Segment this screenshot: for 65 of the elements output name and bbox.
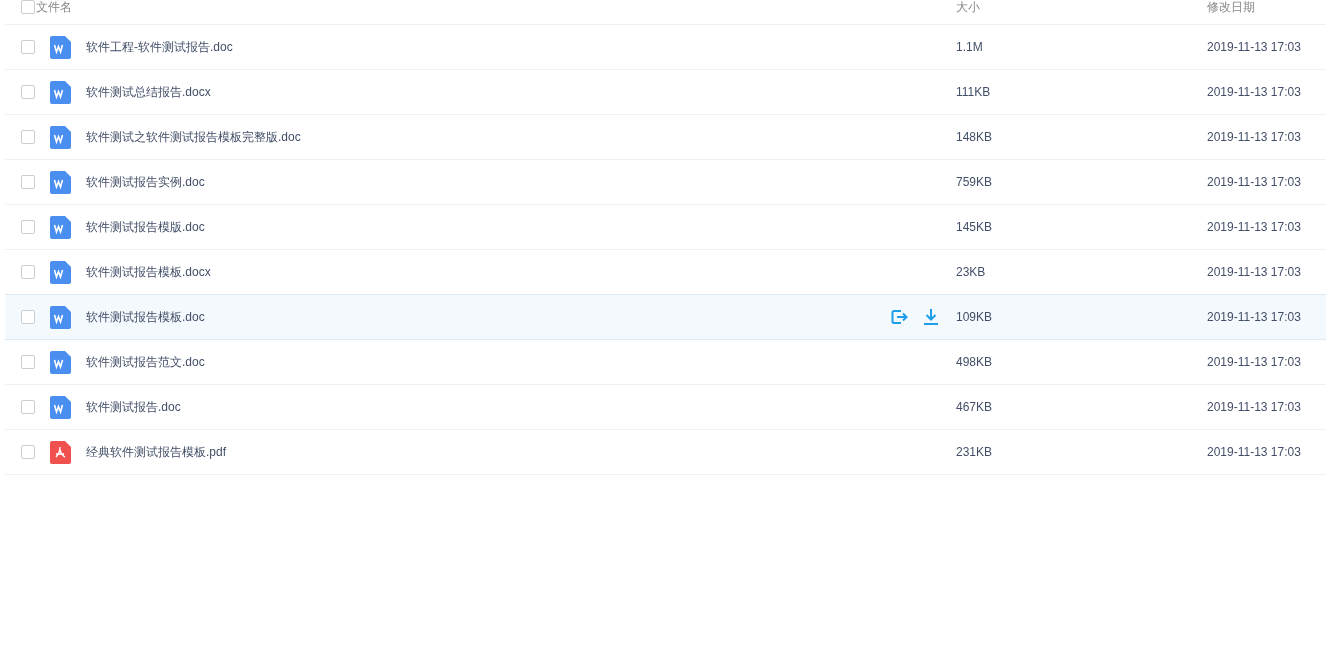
modified-date: 2019-11-13 17:03 (1207, 130, 1302, 144)
column-header[interactable]: 大小 (956, 0, 1207, 14)
file-row[interactable]: 软件测试报告模板.doc 109KB 2019-11-13 17:03 (5, 294, 1326, 340)
file-row[interactable]: 经典软件测试报告模板.pdf 231KB 2019-11-13 17:03 (5, 430, 1326, 475)
file-name[interactable]: 经典软件测试报告模板.pdf (86, 443, 890, 461)
file-name[interactable]: 软件测试报告范文.doc (86, 353, 890, 371)
file-size: 111KB (956, 85, 992, 99)
checkbox[interactable] (21, 175, 35, 189)
file-name[interactable]: 软件测试报告.doc (86, 398, 890, 416)
file-size: 109KB (956, 310, 994, 324)
file-name[interactable]: 软件测试报告模板.doc (86, 308, 890, 326)
checkbox[interactable] (21, 310, 35, 324)
file-name[interactable]: 软件测试报告模版.doc (86, 218, 890, 236)
file-size: 231KB (956, 445, 994, 459)
column-header[interactable]: 修改日期 (1207, 0, 1326, 14)
file-size: 148KB (956, 130, 994, 144)
file-row[interactable]: 软件测试之软件测试报告模板完整版.doc 148KB 2019-11-13 17:03 (5, 115, 1326, 160)
word-document-icon (50, 350, 71, 374)
file-size: 145KB (956, 220, 994, 234)
file-name[interactable]: 软件测试总结报告.docx (86, 83, 890, 101)
file-row[interactable]: 软件测试报告实例.doc 759KB 2019-11-13 17:03 (5, 160, 1326, 205)
modified-date: 2019-11-13 17:03 (1207, 40, 1302, 54)
file-size: 498KB (956, 355, 994, 369)
word-document-icon (50, 395, 71, 419)
word-document-icon (50, 215, 71, 239)
file-row[interactable]: 软件测试报告模版.doc 145KB 2019-11-13 17:03 (5, 205, 1326, 250)
file-size: 759KB (956, 175, 994, 189)
file-row[interactable]: 软件测试报告范文.doc 498KB 2019-11-13 17:03 (5, 340, 1326, 385)
checkbox[interactable] (21, 445, 35, 459)
file-size: 467KB (956, 400, 994, 414)
checkbox[interactable] (21, 265, 35, 279)
word-document-icon (50, 35, 71, 59)
file-name[interactable]: 软件工程-软件测试报告.doc (86, 38, 890, 56)
file-name[interactable]: 软件测试报告实例.doc (86, 173, 890, 191)
share-icon[interactable] (890, 308, 908, 326)
modified-date: 2019-11-13 17:03 (1207, 265, 1302, 279)
checkbox[interactable] (21, 400, 35, 414)
file-name[interactable]: 软件测试之软件测试报告模板完整版.doc (86, 128, 890, 146)
modified-date: 2019-11-13 17:03 (1207, 220, 1302, 234)
pdf-document-icon (50, 440, 71, 464)
download-icon[interactable] (922, 308, 940, 326)
modified-date: 2019-11-13 17:03 (1207, 400, 1302, 414)
modified-date: 2019-11-13 17:03 (1207, 355, 1302, 369)
word-document-icon (50, 80, 71, 104)
modified-date: 2019-11-13 17:03 (1207, 310, 1302, 324)
word-document-icon (50, 125, 71, 149)
modified-date: 2019-11-13 17:03 (1207, 175, 1302, 189)
modified-date: 2019-11-13 17:03 (1207, 85, 1302, 99)
checkbox[interactable] (21, 355, 35, 369)
file-row[interactable]: 软件工程-软件测试报告.doc 1.1M 2019-11-13 17:03 (5, 25, 1326, 70)
checkbox[interactable] (21, 130, 35, 144)
word-document-icon (50, 170, 71, 194)
word-document-icon (50, 305, 71, 329)
column-header[interactable]: 文件名 (36, 0, 956, 14)
file-row[interactable]: 软件测试总结报告.docx 111KB 2019-11-13 17:03 (5, 70, 1326, 115)
word-document-icon (50, 260, 71, 284)
file-size: 23KB (956, 265, 987, 279)
file-name[interactable]: 软件测试报告模板.docx (86, 263, 890, 281)
modified-date: 2019-11-13 17:03 (1207, 445, 1302, 459)
checkbox[interactable] (21, 0, 35, 14)
checkbox[interactable] (21, 40, 35, 54)
file-row[interactable]: 软件测试报告.doc 467KB 2019-11-13 17:03 (5, 385, 1326, 430)
checkbox[interactable] (21, 220, 35, 234)
checkbox[interactable] (21, 85, 35, 99)
file-size: 1.1M (956, 40, 984, 54)
